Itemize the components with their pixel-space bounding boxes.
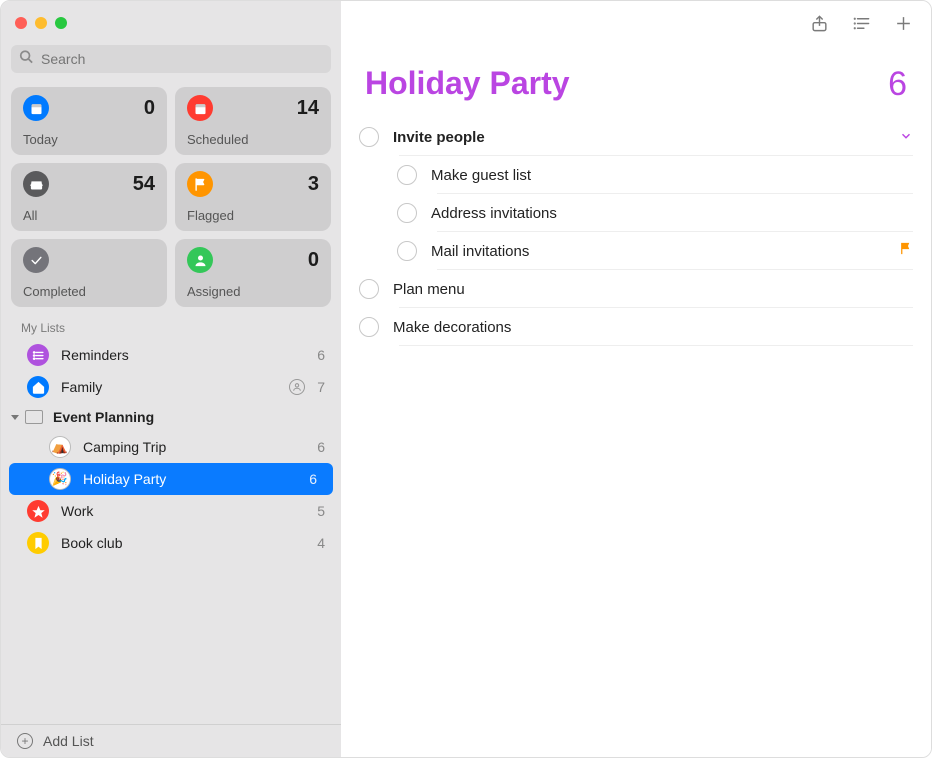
search-input[interactable]	[11, 45, 331, 73]
zoom-window-button[interactable]	[55, 17, 67, 29]
plus-icon: +	[17, 733, 33, 749]
smart-label: Today	[23, 132, 155, 147]
star-icon	[27, 500, 49, 522]
detail-pane: Holiday Party 6 Invite people Make guest…	[341, 1, 931, 757]
complete-toggle[interactable]	[359, 127, 379, 147]
smart-count: 54	[133, 173, 155, 196]
list-name: Family	[61, 379, 102, 395]
calendar-icon	[23, 95, 49, 121]
share-button[interactable]	[810, 14, 829, 33]
person-icon	[187, 247, 213, 273]
list-count: 6	[317, 439, 325, 455]
close-window-button[interactable]	[15, 17, 27, 29]
reminder-title: Mail invitations	[431, 243, 529, 260]
tray-icon	[23, 171, 49, 197]
complete-toggle[interactable]	[397, 203, 417, 223]
list-emoji-icon: 🎉	[49, 468, 71, 490]
folder-icon	[25, 410, 43, 424]
house-icon	[27, 376, 49, 398]
smart-list-today[interactable]: 0 Today	[11, 87, 167, 155]
reminder-row[interactable]: Make guest list	[359, 156, 913, 194]
list-count: 6	[888, 65, 907, 104]
toolbar	[341, 1, 931, 45]
reminders-list: Invite people Make guest list Address in…	[341, 118, 931, 346]
search-icon	[19, 50, 33, 69]
reminder-title: Make guest list	[431, 167, 531, 184]
smart-label: Scheduled	[187, 132, 319, 147]
list-name: Book club	[61, 535, 122, 551]
smart-label: All	[23, 208, 155, 223]
group-name: Event Planning	[53, 409, 154, 425]
list-row-reminders[interactable]: Reminders 6	[1, 339, 341, 371]
group-event-planning[interactable]: Event Planning	[1, 403, 341, 431]
reminder-title: Plan menu	[393, 281, 465, 298]
new-reminder-button[interactable]	[894, 14, 913, 33]
reminder-row[interactable]: Address invitations	[359, 194, 913, 232]
list-emoji-icon: ⛺	[49, 436, 71, 458]
list-name: Camping Trip	[83, 439, 166, 455]
reminder-row[interactable]: Invite people	[359, 118, 913, 156]
my-lists-heading: My Lists	[1, 317, 341, 339]
smart-list-completed[interactable]: Completed	[11, 239, 167, 307]
list-count: 7	[317, 379, 325, 395]
minimize-window-button[interactable]	[35, 17, 47, 29]
reminder-title: Make decorations	[393, 319, 511, 336]
list-name: Holiday Party	[83, 471, 166, 487]
smart-list-assigned[interactable]: 0 Assigned	[175, 239, 331, 307]
shared-icon	[289, 379, 305, 395]
calendar-icon	[187, 95, 213, 121]
list-row-camping-trip[interactable]: ⛺ Camping Trip 6	[1, 431, 341, 463]
add-list-button[interactable]: + Add List	[1, 724, 341, 757]
list-header: Holiday Party 6	[341, 45, 931, 118]
smart-list-scheduled[interactable]: 14 Scheduled	[175, 87, 331, 155]
list-name: Reminders	[61, 347, 129, 363]
reminder-title: Invite people	[393, 129, 485, 146]
list-count: 6	[309, 471, 317, 487]
list-count: 6	[317, 347, 325, 363]
chevron-down-icon[interactable]	[899, 129, 913, 146]
smart-count: 3	[308, 173, 319, 196]
bookmark-icon	[27, 532, 49, 554]
smart-label: Flagged	[187, 208, 319, 223]
chevron-down-icon	[11, 415, 19, 420]
smart-label: Assigned	[187, 284, 319, 299]
list-name: Work	[61, 503, 93, 519]
reminder-title: Address invitations	[431, 205, 557, 222]
reminder-row[interactable]: Mail invitations	[359, 232, 913, 270]
check-icon	[23, 247, 49, 273]
complete-toggle[interactable]	[359, 279, 379, 299]
smart-count: 14	[297, 97, 319, 120]
lists-section: My Lists Reminders 6 Family 7 Event Plannin…	[1, 315, 341, 724]
sidebar: 0 Today 14 Scheduled 54 All 3 Flagged Co…	[1, 1, 341, 757]
reminders-window: 0 Today 14 Scheduled 54 All 3 Flagged Co…	[0, 0, 932, 758]
list-count: 4	[317, 535, 325, 551]
list-row-book-club[interactable]: Book club 4	[1, 527, 341, 559]
smart-label: Completed	[23, 284, 155, 299]
search-container	[1, 45, 341, 79]
smart-list-flagged[interactable]: 3 Flagged	[175, 163, 331, 231]
window-titlebar	[1, 1, 341, 45]
smart-count: 0	[144, 97, 155, 120]
complete-toggle[interactable]	[397, 241, 417, 261]
flag-icon	[187, 171, 213, 197]
add-list-label: Add List	[43, 733, 94, 749]
view-options-button[interactable]	[851, 14, 872, 33]
list-title: Holiday Party	[365, 65, 570, 102]
list-row-family[interactable]: Family 7	[1, 371, 341, 403]
list-icon	[27, 344, 49, 366]
reminder-row[interactable]: Make decorations	[359, 308, 913, 346]
complete-toggle[interactable]	[397, 165, 417, 185]
reminder-row[interactable]: Plan menu	[359, 270, 913, 308]
smart-count: 0	[308, 249, 319, 272]
list-row-work[interactable]: Work 5	[1, 495, 341, 527]
flag-icon	[898, 241, 913, 261]
smart-lists-grid: 0 Today 14 Scheduled 54 All 3 Flagged Co…	[1, 79, 341, 315]
list-row-holiday-party[interactable]: 🎉 Holiday Party 6	[9, 463, 333, 495]
list-count: 5	[317, 503, 325, 519]
complete-toggle[interactable]	[359, 317, 379, 337]
smart-list-all[interactable]: 54 All	[11, 163, 167, 231]
